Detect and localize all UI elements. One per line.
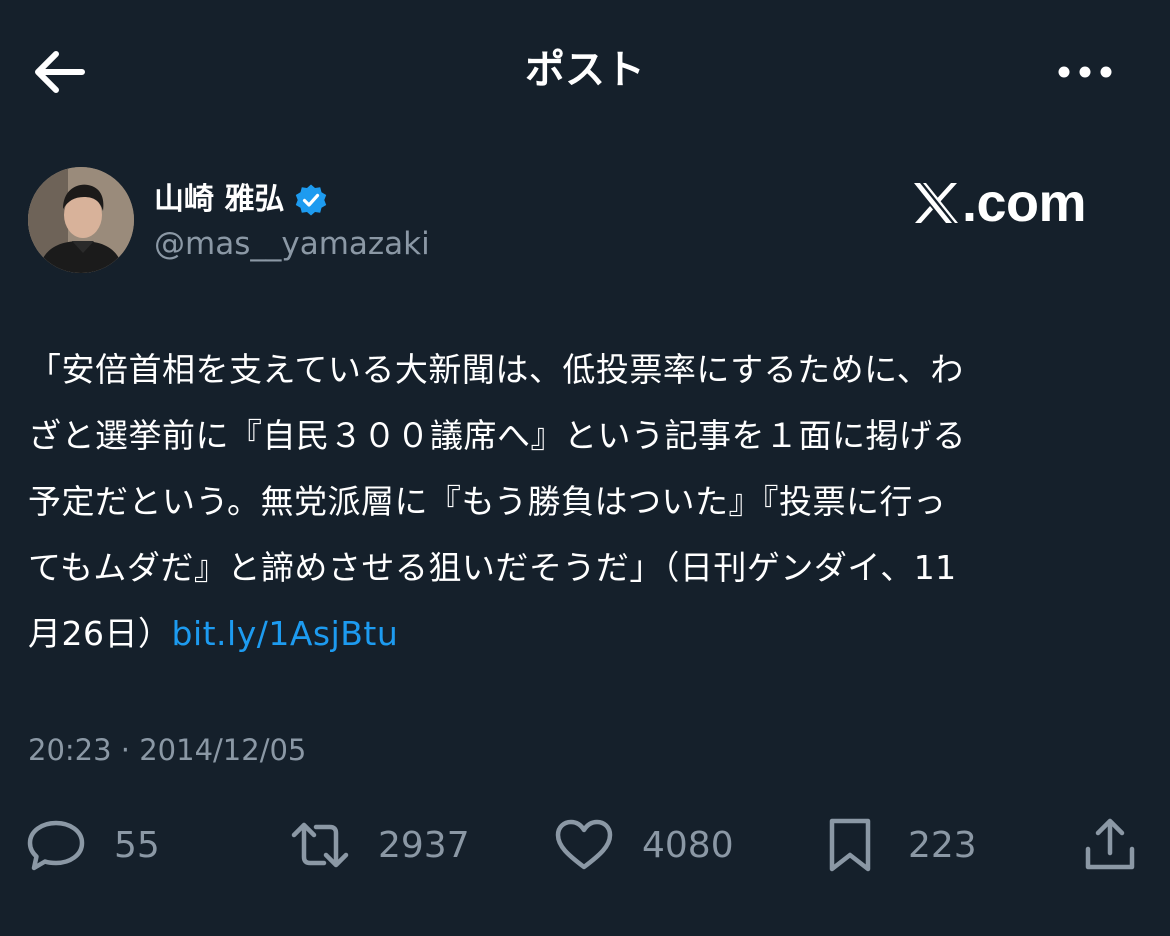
reply-count: 55 [114, 824, 160, 866]
watermark-text: .com [962, 173, 1087, 233]
verified-badge-icon[interactable] [294, 183, 328, 217]
tweet-line: 「安倍首相を支えている大新聞は、低投票率にするために、わ [28, 350, 964, 389]
bookmark-count: 223 [908, 824, 977, 866]
author-handle[interactable]: @mas__yamazaki [154, 224, 430, 264]
author-name-row: 山崎 雅弘 [154, 178, 328, 222]
tweet-line: てもムダだ』と諦めさせる狙いだそうだ」（日刊ゲンダイ、11 [28, 548, 957, 587]
page-title: ポスト [525, 47, 645, 93]
tweet-line-last: 月26日）bit.ly/1AsjBtu [28, 601, 1143, 667]
heart-icon [554, 815, 614, 875]
retweet-icon [290, 815, 350, 875]
timestamp[interactable]: 20:23 · 2014/12/05 [28, 728, 306, 772]
tweet-line: ざと選挙前に『自民３００議席へ』という記事を１面に掲げる [28, 416, 966, 455]
like-button[interactable]: 4080 [554, 812, 734, 878]
bookmark-button[interactable]: 223 [820, 812, 977, 878]
like-count: 4080 [642, 824, 734, 866]
reply-icon [26, 815, 86, 875]
x-com-watermark: .com [912, 168, 1087, 238]
tweet-line: 月26日） [28, 614, 172, 653]
author-name[interactable]: 山崎 雅弘 [154, 180, 284, 220]
retweet-button[interactable]: 2937 [290, 812, 470, 878]
bookmark-icon [820, 815, 880, 875]
avatar[interactable] [28, 167, 134, 273]
tweet-text: 「安倍首相を支えている大新聞は、低投票率にするために、わ ざと選挙前に『自民３０… [28, 337, 1143, 667]
tweet-link[interactable]: bit.ly/1AsjBtu [172, 614, 399, 653]
reply-button[interactable]: 55 [26, 812, 160, 878]
share-icon [1080, 815, 1140, 875]
share-button[interactable] [1080, 812, 1140, 878]
more-horizontal-icon[interactable] [1050, 42, 1120, 102]
tweet-line: 予定だという。無党派層に『もう勝負はついた』『投票に行っ [28, 482, 947, 521]
retweet-count: 2937 [378, 824, 470, 866]
x-logo-icon [912, 181, 960, 225]
